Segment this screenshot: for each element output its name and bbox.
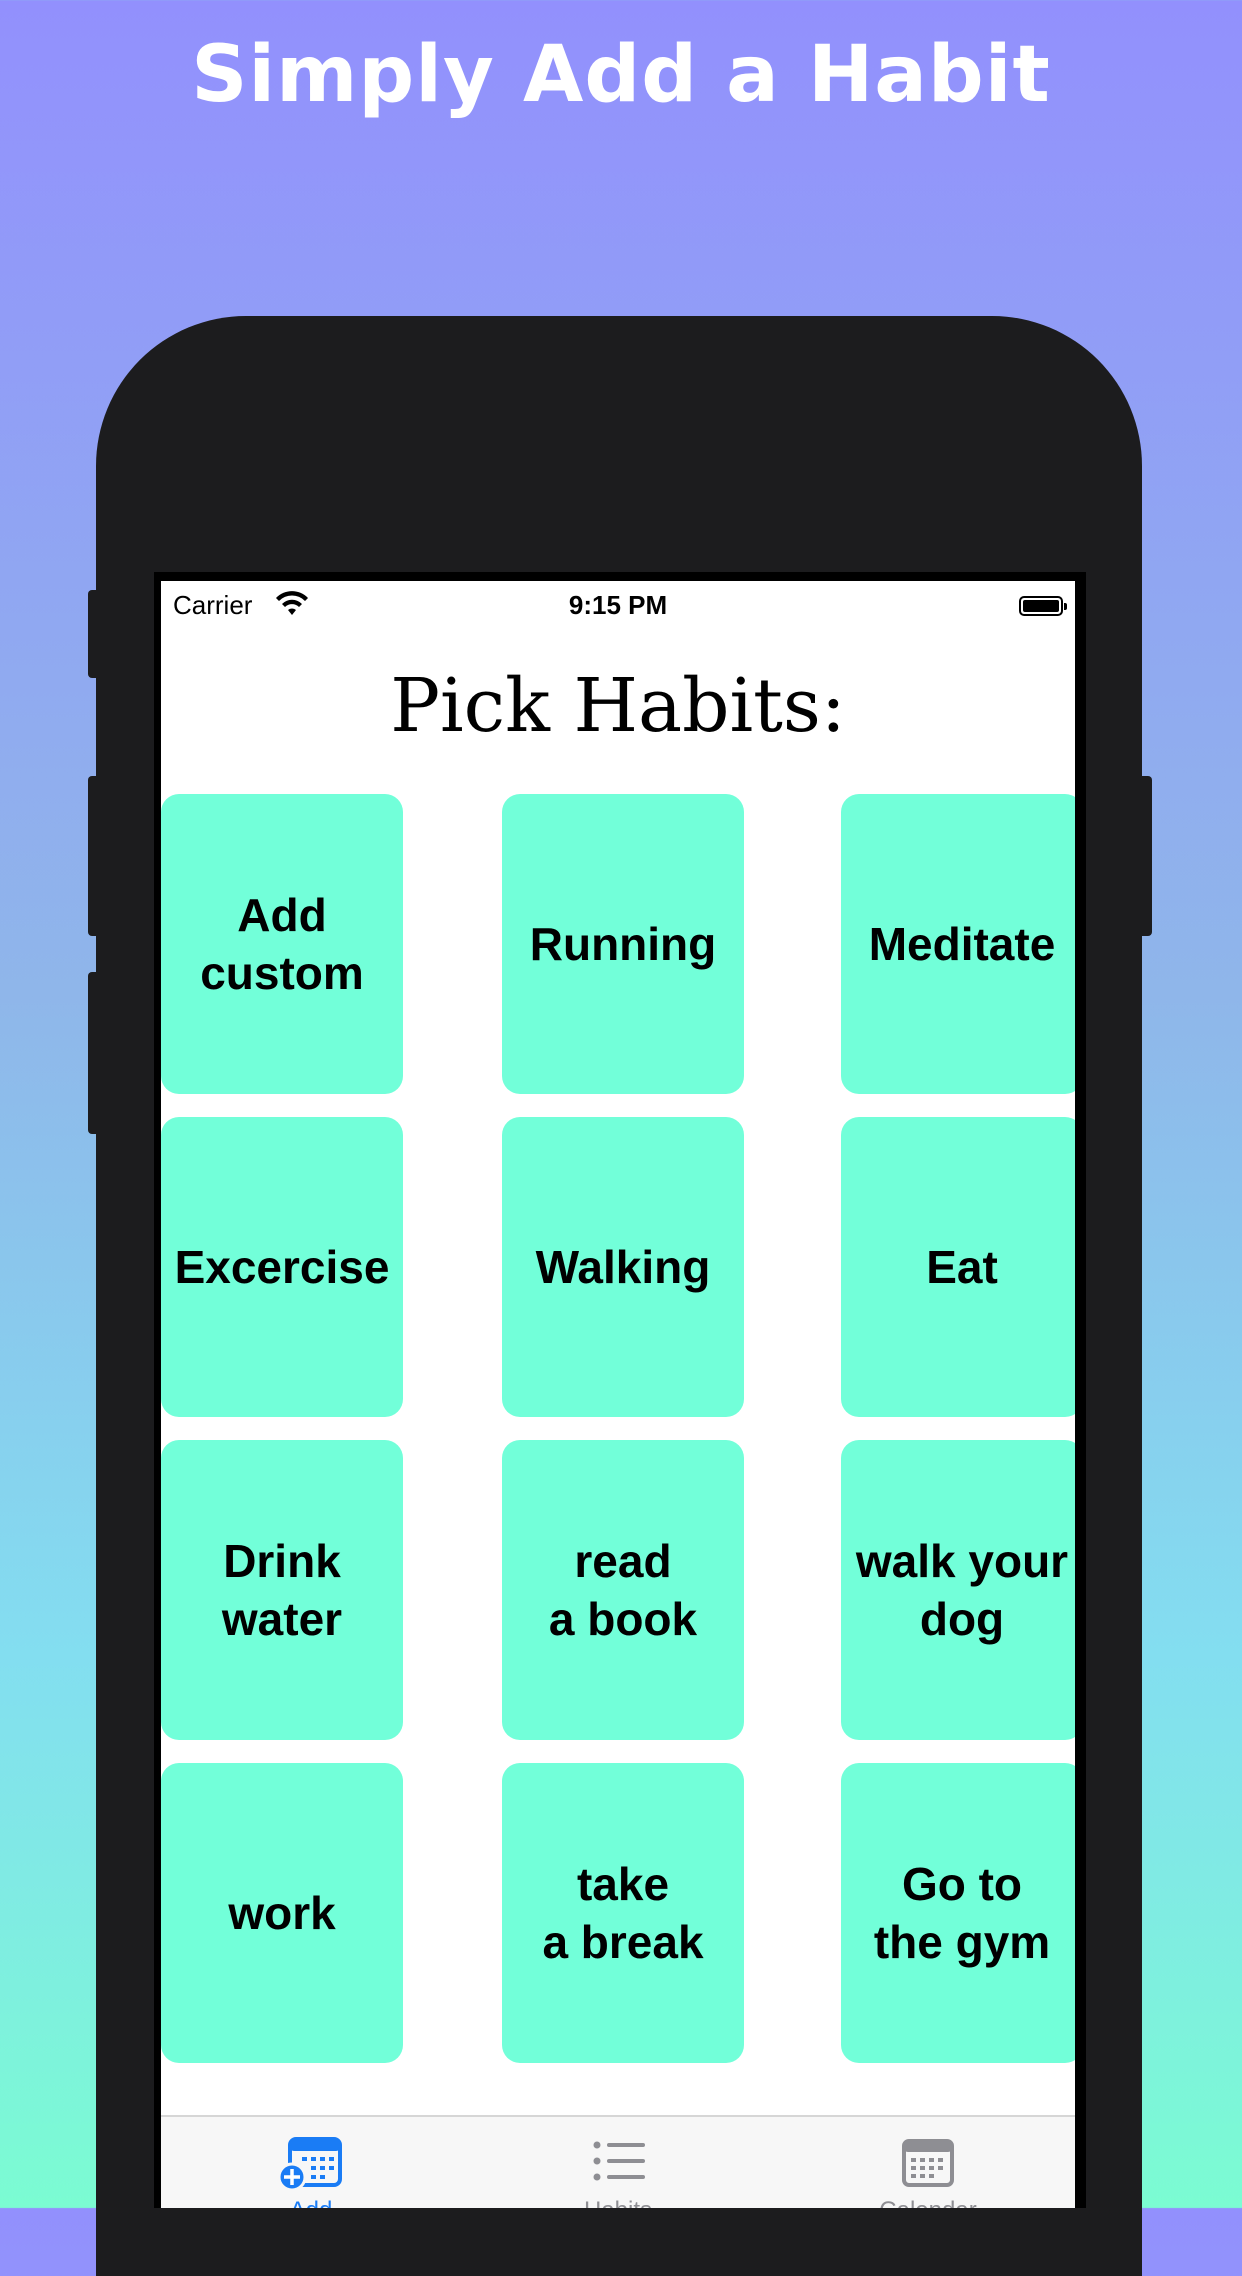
habit-label: Eat	[926, 1241, 998, 1293]
habit-card-eat[interactable]: Eat	[841, 1117, 1075, 1417]
tab-label: Add	[211, 2197, 411, 2208]
habit-label: Running	[529, 918, 717, 970]
tab-label: Habits	[518, 2197, 718, 2208]
tab-label: Calendar	[828, 2197, 1028, 2208]
page-title: Pick Habits:	[390, 663, 846, 749]
habit-label: Drink water	[221, 1535, 343, 1645]
habit-card-excercise[interactable]: Excercise	[161, 1117, 403, 1417]
headline: Simply Add a Habit	[191, 30, 1051, 120]
tab-habits[interactable]: Habits	[518, 2117, 718, 2208]
habit-card-walking[interactable]: Walking	[502, 1117, 744, 1417]
tab-bar: Add Habits	[161, 2115, 1075, 2208]
status-bar: Carrier 9:15 PM	[161, 581, 1075, 627]
habit-label: read a book	[548, 1535, 698, 1645]
habit-label: work	[228, 1887, 336, 1939]
habit-card-walk-your-dog[interactable]: walk your dog	[841, 1440, 1075, 1740]
habit-card-go-to-the-gym[interactable]: Go to the gym	[841, 1763, 1075, 2063]
habit-label: walk your dog	[855, 1535, 1069, 1645]
habit-label: Add custom	[200, 889, 364, 999]
calendar-add-icon	[277, 2135, 344, 2192]
habit-card-add-custom[interactable]: Add custom	[161, 794, 403, 1094]
habit-card-read-a-book[interactable]: read a book	[502, 1440, 744, 1740]
habit-label: Go to the gym	[873, 1858, 1051, 1968]
list-icon	[585, 2135, 651, 2191]
habit-card-drink-water[interactable]: Drink water	[161, 1440, 403, 1740]
habit-card-take-a-break[interactable]: take a break	[502, 1763, 744, 2063]
habit-label: Excercise	[174, 1241, 390, 1293]
status-time: 9:15 PM	[568, 590, 668, 620]
tab-add[interactable]: Add	[211, 2117, 411, 2208]
habit-label: Walking	[535, 1241, 711, 1293]
habit-card-meditate[interactable]: Meditate	[841, 794, 1075, 1094]
calendar-icon	[895, 2135, 961, 2191]
habit-card-running[interactable]: Running	[502, 794, 744, 1094]
habit-card-work[interactable]: work	[161, 1763, 403, 2063]
tab-calendar[interactable]: Calendar	[828, 2117, 1028, 2208]
app-view: Carrier 9:15 PM Pick Habits: Add custom …	[161, 581, 1075, 2208]
habit-label: Meditate	[868, 918, 1056, 970]
phone-screen: Carrier 9:15 PM Pick Habits: Add custom …	[154, 572, 1086, 2208]
habit-label: take a break	[542, 1858, 704, 1968]
battery-icon	[1019, 596, 1067, 616]
